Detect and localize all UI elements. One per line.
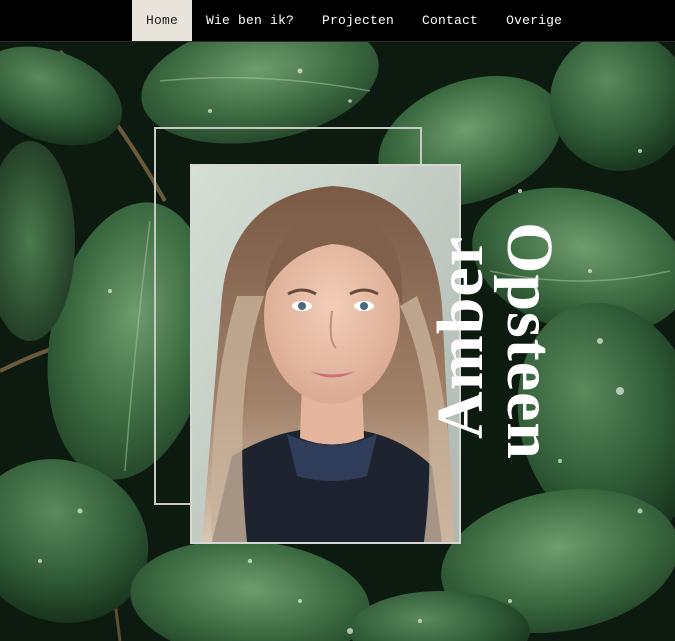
nav-item-contact[interactable]: Contact xyxy=(408,0,492,41)
nav-menu: Home Wie ben ik? Projecten Contact Overi… xyxy=(132,0,576,41)
last-name-heading: Opsteen xyxy=(493,222,566,460)
nav-item-other[interactable]: Overige xyxy=(492,0,576,41)
nav-item-about[interactable]: Wie ben ik? xyxy=(192,0,308,41)
profile-photo xyxy=(190,164,461,544)
nav-item-home[interactable]: Home xyxy=(132,0,193,41)
main-navigation: Home Wie ben ik? Projecten Contact Overi… xyxy=(0,0,675,42)
nav-item-projects[interactable]: Projecten xyxy=(308,0,408,41)
first-name-heading: Amber xyxy=(424,236,497,439)
